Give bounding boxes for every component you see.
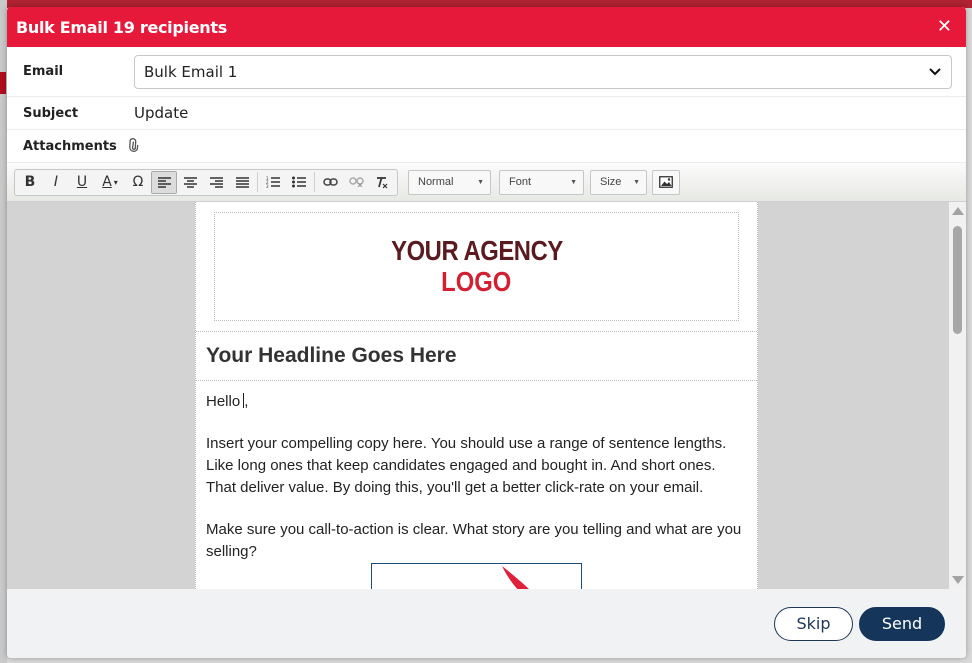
bulleted-list-button[interactable] <box>286 171 312 194</box>
align-left-button[interactable] <box>151 170 177 194</box>
size-combo[interactable]: Size ▼ <box>590 169 647 195</box>
bulleted-list-icon <box>292 176 306 188</box>
bold-icon: B <box>24 174 36 190</box>
link-icon <box>322 178 338 186</box>
underline-button[interactable]: U <box>69 171 95 194</box>
align-center-icon <box>183 176 197 188</box>
format-combo[interactable]: Normal ▼ <box>408 169 491 195</box>
attachments-row: Attachments <box>7 130 966 163</box>
toolbar-separator <box>257 172 258 192</box>
background-page-edge <box>0 0 7 663</box>
toolbar-separator <box>314 172 315 192</box>
numbered-list-icon: 123 <box>266 176 280 188</box>
remove-format-button[interactable] <box>369 171 395 194</box>
underline-icon: U <box>76 174 88 190</box>
email-template-select[interactable]: Bulk Email 1 <box>134 54 952 89</box>
subject-row: Subject Update <box>7 97 966 130</box>
bold-button[interactable]: B <box>17 171 43 194</box>
scroll-up-icon[interactable] <box>952 207 964 215</box>
close-icon[interactable]: ✕ <box>937 18 952 36</box>
dropdown-arrow-icon: ▼ <box>477 178 484 186</box>
body-paragraph-2: Make sure you call-to-action is clear. W… <box>206 521 742 560</box>
unlink-button[interactable] <box>343 171 369 194</box>
scroll-down-icon[interactable] <box>952 576 964 584</box>
agency-logo-block: YOUR AGENCY LOGO <box>214 212 739 321</box>
modal-footer: Skip Send <box>7 589 966 658</box>
numbered-list-button[interactable]: 123 <box>260 171 286 194</box>
insert-image-button[interactable] <box>652 169 680 195</box>
greeting-line: Hello, <box>206 391 747 413</box>
link-button[interactable] <box>317 171 343 194</box>
email-label: Email <box>23 64 64 79</box>
align-right-button[interactable] <box>203 171 229 194</box>
justify-button[interactable] <box>229 171 255 194</box>
editor-toolbar: B I U A ▾ Ω 123 Normal ▼ Font ▼ Size ▼ <box>7 163 966 202</box>
font-combo[interactable]: Font ▼ <box>499 169 584 195</box>
editor-area[interactable]: YOUR AGENCY LOGO Your Headline Goes Here… <box>7 202 966 589</box>
dropdown-arrow-icon: ▼ <box>570 178 577 186</box>
chevron-down-icon <box>929 65 941 79</box>
cta-image-frame[interactable] <box>371 563 582 589</box>
italic-button[interactable]: I <box>43 171 69 194</box>
dropdown-arrow-icon: ▼ <box>633 178 640 186</box>
email-headline: Your Headline Goes Here <box>206 344 457 367</box>
greeting-text: Hello <box>206 393 241 410</box>
remove-format-icon <box>377 176 388 188</box>
align-right-icon <box>209 176 223 188</box>
align-center-button[interactable] <box>177 171 203 194</box>
send-button[interactable]: Send <box>859 606 945 641</box>
email-body-text[interactable]: Hello, Insert your compelling copy here.… <box>196 381 757 563</box>
email-row: Email Bulk Email 1 <box>7 47 966 97</box>
unlink-icon <box>348 177 364 187</box>
logo-text-line1: YOUR AGENCY <box>390 234 563 266</box>
scroll-thumb[interactable] <box>953 226 962 334</box>
text-color-button[interactable]: A ▾ <box>95 171 125 194</box>
text-color-icon: A <box>102 174 112 190</box>
align-left-icon <box>157 176 171 188</box>
italic-icon: I <box>53 174 59 190</box>
logo-text-line2: LOGO <box>441 265 512 297</box>
subject-label: Subject <box>23 105 79 121</box>
background-red-mark <box>0 72 6 94</box>
subject-input[interactable]: Update <box>134 104 188 122</box>
email-template-value: Bulk Email 1 <box>144 62 238 81</box>
editor-scrollbar[interactable] <box>949 202 966 589</box>
red-swoosh-graphic <box>502 566 529 589</box>
modal-title: Bulk Email 19 recipients <box>16 17 227 37</box>
body-paragraph-1: Insert your compelling copy here. You sh… <box>206 435 727 496</box>
svg-text:3: 3 <box>266 184 269 188</box>
attachments-label: Attachments <box>23 138 117 154</box>
bulk-email-modal: Bulk Email 19 recipients ✕ Email Bulk Em… <box>7 7 966 658</box>
image-icon <box>659 176 673 188</box>
greeting-punctuation: , <box>244 393 249 410</box>
skip-button[interactable]: Skip <box>774 606 853 641</box>
toolbar-formatting-group: B I U A ▾ Ω 123 <box>14 168 398 196</box>
format-combo-label: Normal <box>418 176 454 188</box>
modal-header: Bulk Email 19 recipients ✕ <box>7 7 966 47</box>
special-character-button[interactable]: Ω <box>125 171 151 194</box>
justify-icon <box>235 176 249 188</box>
email-body-canvas[interactable]: YOUR AGENCY LOGO Your Headline Goes Here… <box>195 202 758 589</box>
font-combo-label: Font <box>509 176 532 188</box>
size-combo-label: Size <box>600 176 622 188</box>
omega-icon: Ω <box>132 174 144 190</box>
